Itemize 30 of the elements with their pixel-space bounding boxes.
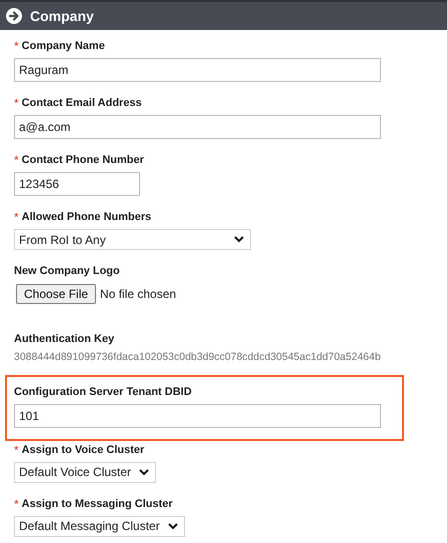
input-field[interactable]: Raguram bbox=[14, 58, 381, 82]
field-label: Assign to Voice Cluster bbox=[22, 442, 144, 458]
field-label: New Company Logo bbox=[14, 264, 120, 279]
input-field[interactable]: 123456 bbox=[14, 172, 140, 196]
chevron-down-icon bbox=[139, 468, 150, 476]
input-field[interactable]: a@a.com bbox=[14, 115, 381, 139]
required-mark: * bbox=[14, 496, 19, 513]
dropdown[interactable]: From RoI to Any bbox=[14, 229, 251, 250]
chevron-down-icon bbox=[168, 522, 178, 530]
field-label: Allowed Phone Numbers bbox=[22, 210, 152, 225]
required-mark: * bbox=[14, 442, 19, 459]
key-value: 3088444d891099736fdaca102053c0db3d9cc078cddcd30545ac1dd70a52464b bbox=[14, 350, 382, 365]
field-label: Company Name bbox=[22, 38, 105, 54]
section-title: Company bbox=[30, 6, 94, 26]
file-status: No file chosen bbox=[100, 286, 176, 303]
field-label: Assign to Messaging Cluster bbox=[22, 496, 173, 512]
field-label: Contact Email Address bbox=[22, 96, 142, 111]
required-mark: * bbox=[14, 38, 19, 55]
field-label: Authentication Key bbox=[14, 332, 114, 347]
chevron-down-icon bbox=[234, 236, 244, 243]
dropdown[interactable]: Default Messaging Cluster bbox=[14, 516, 185, 537]
required-mark: * bbox=[14, 152, 19, 169]
choose-file-button[interactable]: Choose File bbox=[16, 284, 96, 304]
required-mark: * bbox=[14, 95, 19, 112]
arrow-right-icon bbox=[6, 8, 22, 24]
dropdown[interactable]: Default Voice Cluster bbox=[14, 462, 156, 483]
required-mark: * bbox=[14, 209, 19, 226]
field-label: Configuration Server Tenant DBID bbox=[14, 384, 192, 400]
field-label: Contact Phone Number bbox=[22, 152, 144, 168]
input-field[interactable]: 101 bbox=[14, 404, 381, 428]
